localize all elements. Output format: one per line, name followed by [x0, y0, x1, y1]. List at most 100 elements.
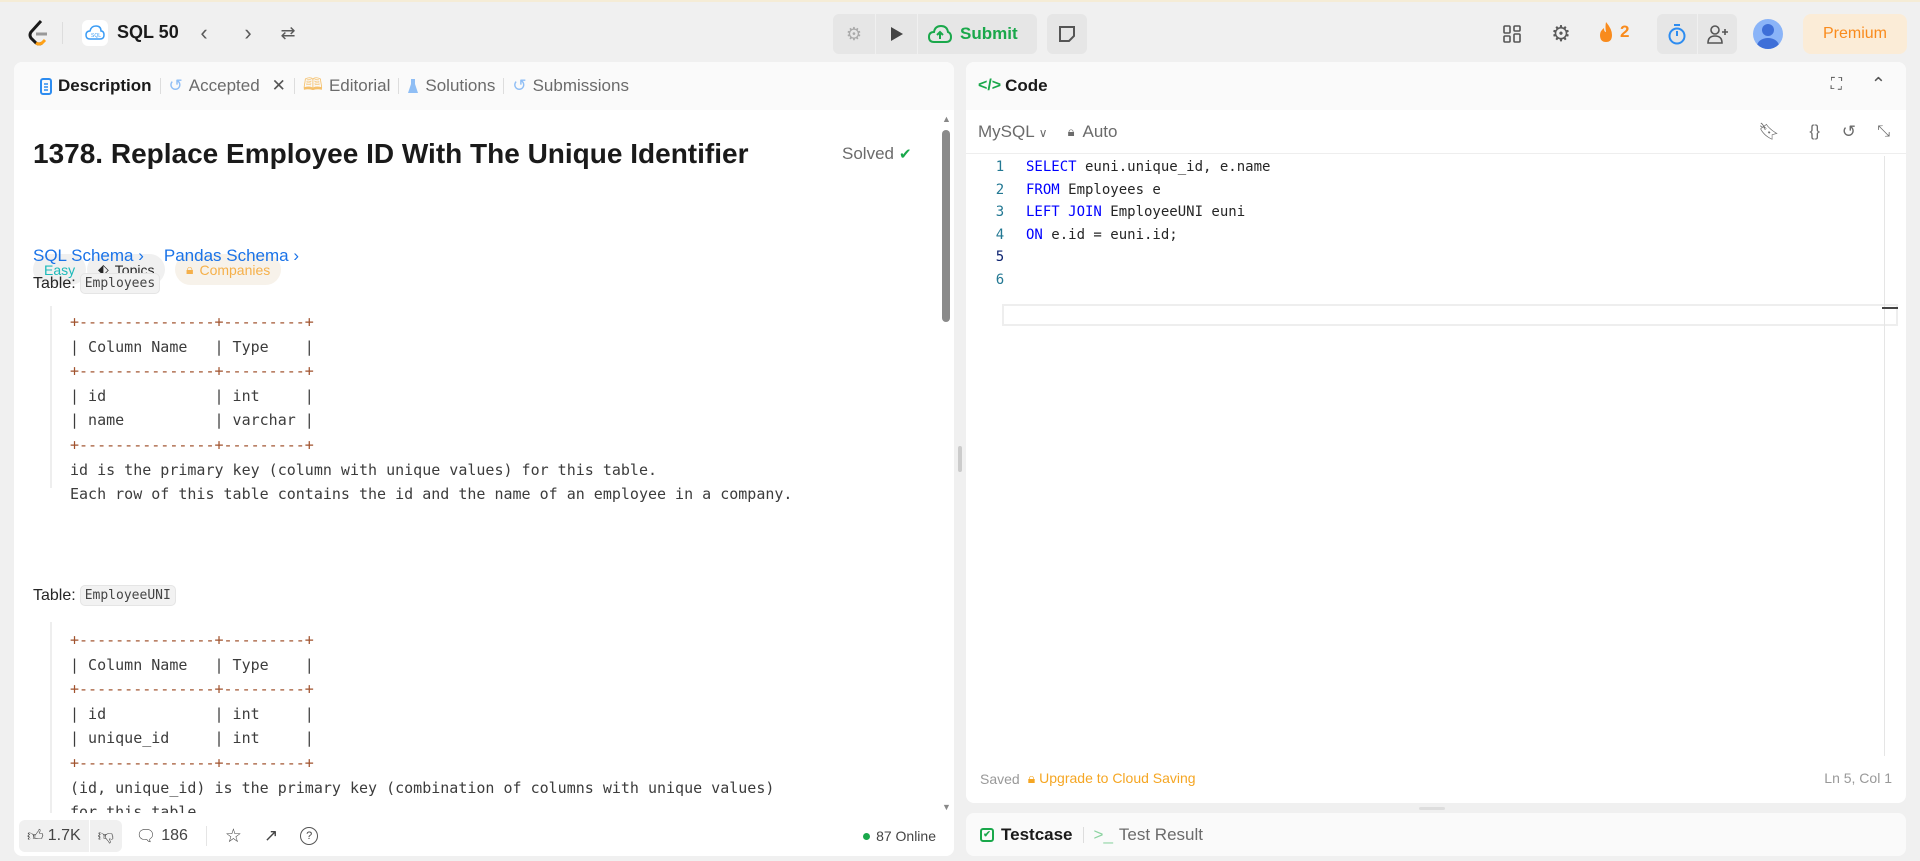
table-heading-employeeuni: Table: EmployeeUNI: [33, 585, 176, 606]
tab-description[interactable]: Description: [32, 76, 160, 96]
code-line: LEFT JOIN EmployeeUNI euni: [1026, 201, 1245, 223]
tab-test-result[interactable]: >_ Test Result: [1094, 825, 1203, 845]
thumbs-down-icon: 👎︎: [97, 827, 114, 845]
sql-schema-label: SQL Schema: [33, 246, 134, 265]
shuffle-icon[interactable]: ⇄: [275, 20, 301, 46]
book-icon: 🕮: [302, 74, 323, 94]
submit-button[interactable]: Submit: [917, 14, 1018, 54]
code-text: EmployeeUNI euni: [1101, 204, 1246, 220]
line-number: 4: [995, 226, 1005, 243]
fire-icon: [1600, 22, 1612, 42]
tab-label: Submissions: [532, 76, 629, 95]
code-editor[interactable]: 1 SELECT euni.unique_id, e.name 2 FROM Empl…: [978, 156, 1898, 756]
sql-cloud-icon: SQL: [82, 20, 108, 46]
expand-icon[interactable]: ⤡: [1877, 123, 1890, 141]
code-text: euni.unique_id, e.name: [1076, 159, 1271, 175]
scroll-down-icon[interactable]: ▼: [942, 802, 951, 812]
tab-label: Description: [58, 76, 152, 95]
tab-submissions[interactable]: ↺ Submissions: [504, 76, 637, 96]
tab-label: Accepted: [188, 76, 260, 95]
collapse-chevron-up-icon[interactable]: ⌃: [1871, 74, 1886, 95]
reset-undo-icon[interactable]: ↺: [1842, 122, 1856, 142]
scrollbar-thumb[interactable]: [942, 130, 950, 322]
pandas-schema-link[interactable]: Pandas Schema ›: [164, 246, 299, 266]
editor-scrollbar[interactable]: [1884, 156, 1885, 756]
line-number: 1: [995, 159, 1005, 175]
solved-status: Solved ✔: [842, 144, 912, 164]
history-icon: ↺: [512, 76, 527, 95]
comment-count: 186: [161, 827, 188, 844]
close-tab-icon[interactable]: ✕: [272, 76, 286, 96]
vertical-resize-handle[interactable]: [1419, 807, 1445, 810]
leetcode-logo-icon[interactable]: [26, 18, 50, 48]
upgrade-cloud-link[interactable]: 🔒︎ Upgrade to Cloud Saving: [1028, 770, 1196, 787]
user-avatar[interactable]: [1753, 19, 1783, 49]
line-number: 3: [995, 204, 1005, 220]
schema-links: SQL Schema › Pandas Schema ›: [33, 246, 299, 266]
schema-ascii: +---------------+---------+ | Column Nam…: [70, 631, 775, 813]
editor-toolbar: MySQL ∨ 🔒︎ Auto 🔖︎ {} ↺ ⤡: [966, 110, 1906, 154]
panel-resize-handle[interactable]: [958, 446, 962, 472]
tab-accepted[interactable]: ↺ Accepted ✕: [161, 76, 294, 96]
table-name-chip: Employees: [79, 273, 161, 294]
scrollbar[interactable]: ▲ ▼: [938, 110, 954, 816]
help-question-icon[interactable]: ?: [300, 827, 319, 845]
code-line: FROM Employees e: [1026, 179, 1161, 201]
tab-editorial[interactable]: 🕮 Editorial: [295, 72, 398, 101]
schema-block-employees: +---------------+---------+ | Column Nam…: [50, 306, 792, 503]
sql-keyword: SELECT: [1026, 159, 1077, 175]
online-count: 87 Online: [876, 828, 936, 844]
bookmark-icon[interactable]: 🔖︎: [1758, 122, 1780, 142]
tab-label: Editorial: [328, 76, 391, 95]
online-dot-icon: [863, 832, 871, 840]
premium-button[interactable]: Premium: [1803, 14, 1907, 54]
notes-button[interactable]: [1047, 14, 1087, 54]
scroll-up-icon[interactable]: ▲: [942, 114, 951, 124]
run-button[interactable]: [875, 14, 917, 54]
fullscreen-icon[interactable]: ⛶: [1831, 76, 1842, 94]
problem-title: 1378. Replace Employee ID With The Uniqu…: [33, 138, 749, 169]
tab-testcase[interactable]: ✔ Testcase: [980, 825, 1073, 845]
overview-ruler-cursor: [1882, 307, 1898, 309]
prev-problem-icon[interactable]: ‹: [192, 20, 216, 46]
timer-stopwatch-icon[interactable]: [1657, 14, 1697, 54]
thumbs-up-icon: 👍︎: [27, 827, 44, 845]
code-brackets-icon: </>: [978, 77, 1002, 94]
auto-mode[interactable]: 🔒︎ Auto: [1068, 122, 1118, 142]
sql-keyword: LEFT JOIN: [1026, 204, 1102, 220]
sql-keyword: ON: [1026, 226, 1043, 243]
streak-count: 2: [1620, 22, 1630, 41]
schema-ascii: +---------------+---------+ | Column Nam…: [70, 313, 793, 504]
add-friend-icon[interactable]: [1697, 14, 1737, 54]
like-count: 1.7K: [47, 827, 81, 844]
testcase-label: Testcase: [1001, 824, 1073, 844]
tab-solutions[interactable]: Solutions: [399, 76, 503, 96]
star-favorite-icon[interactable]: ☆: [225, 825, 242, 848]
debug-bug-icon[interactable]: ⚙: [833, 14, 875, 54]
study-plan-title[interactable]: SQL 50: [117, 22, 179, 43]
save-status: Saved 🔒︎ Upgrade to Cloud Saving: [980, 770, 1196, 787]
dislike-button[interactable]: 👎︎: [90, 827, 122, 846]
streak-counter[interactable]: 2: [1598, 21, 1629, 43]
language-select[interactable]: MySQL ∨: [978, 122, 1048, 142]
terminal-prompt-icon: >_: [1093, 824, 1113, 844]
settings-gear-icon[interactable]: ⚙: [1548, 21, 1574, 47]
flask-icon: [408, 79, 419, 93]
checkbox-icon: ✔: [980, 827, 994, 842]
next-problem-icon[interactable]: ›: [236, 20, 260, 46]
cloud-upload-icon: [928, 24, 952, 43]
solved-label: Solved: [842, 144, 894, 163]
code-line: ON e.id = euni.id;: [1026, 224, 1178, 246]
share-external-icon[interactable]: ↗: [264, 826, 278, 846]
vote-group: 👍︎ 1.7K 👎︎: [19, 820, 122, 852]
layout-grid-icon[interactable]: [1500, 22, 1524, 46]
line-number: 2: [995, 181, 1005, 198]
comments-button[interactable]: 🗨︎ 186: [136, 826, 188, 846]
submit-label: Submit: [960, 24, 1018, 43]
like-button[interactable]: 👍︎ 1.7K: [19, 820, 90, 852]
sql-schema-link[interactable]: SQL Schema ›: [33, 246, 144, 266]
testcase-panel: ✔ Testcase >_ Test Result: [966, 813, 1906, 856]
lock-icon: 🔒︎: [1067, 123, 1075, 139]
format-braces-icon[interactable]: {}: [1809, 123, 1820, 141]
code-line: SELECT euni.unique_id, e.name: [1026, 156, 1270, 178]
